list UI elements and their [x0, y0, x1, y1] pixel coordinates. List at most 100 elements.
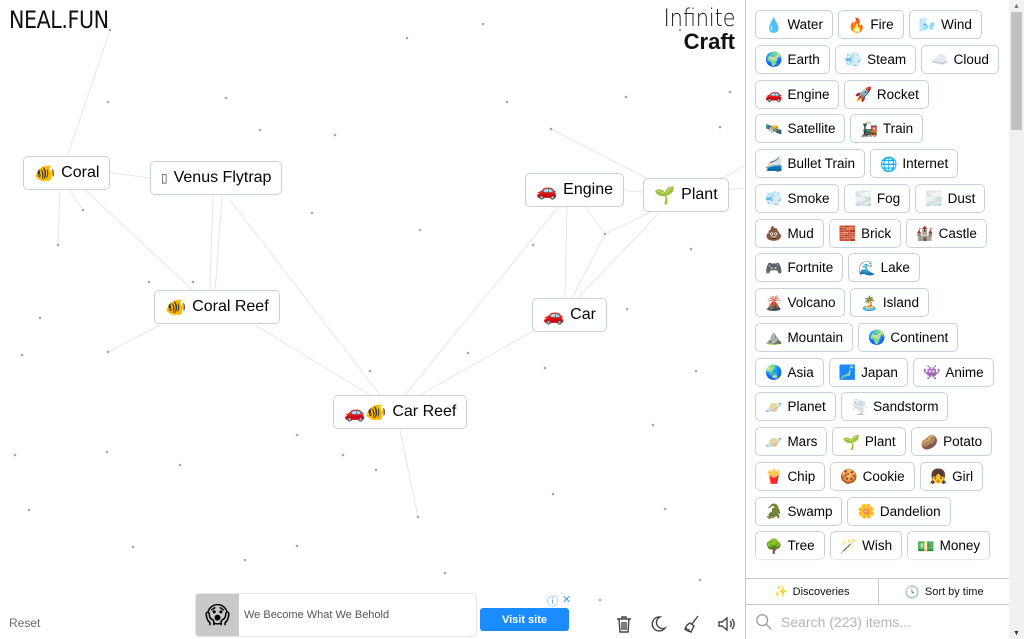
item-label: Lake [880, 260, 910, 276]
element-row: 🍟 Chip 🍪 Cookie 👧 Girl [755, 461, 1010, 491]
sidebar-item-steam[interactable]: 💨 Steam [834, 44, 917, 74]
scrollbar-thumb[interactable] [1011, 12, 1022, 130]
lake-icon: 🌊 [858, 259, 876, 276]
sidebar-item-japan[interactable]: 🗾 Japan [828, 357, 908, 387]
canvas-node-plant[interactable]: 🌱 Plant [643, 178, 729, 212]
sidebar-item-train[interactable]: 🚂 Train [850, 114, 924, 144]
sidebar-item-swamp[interactable]: 🐊 Swamp [755, 496, 843, 526]
trash-icon [617, 616, 631, 633]
fog-icon: 🌫️ [854, 190, 872, 207]
scroll-up-arrow[interactable]: ▲ [1009, 0, 1024, 12]
sidebar-item-sandstorm[interactable]: 🌪️ Sandstorm [840, 392, 949, 422]
connection-line [107, 324, 161, 353]
clear-canvas-button[interactable] [613, 613, 635, 635]
canvas-node-engine[interactable]: 🚗 Engine [525, 173, 624, 207]
sidebar-item-wind[interactable]: 🌬️ Wind [908, 10, 982, 39]
sidebar-item-island[interactable]: 🏝️ Island [850, 288, 929, 317]
canvas-node-venus-flytrap[interactable]: ▯ Venus Flytrap [150, 161, 283, 195]
canvas-node-coral-reef[interactable]: 🐠 Coral Reef [154, 290, 280, 324]
discoveries-button[interactable]: ✨ Discoveries [746, 579, 878, 604]
connection-line [564, 205, 568, 299]
sidebar-item-fortnite[interactable]: 🎮 Fortnite [755, 253, 844, 283]
element-row: ⛰️ Mountain 🌍 Continent [755, 322, 1010, 352]
sidebar-item-engine[interactable]: 🚗 Engine [755, 79, 840, 109]
connection-line [57, 189, 61, 246]
sidebar-item-partial[interactable] [905, 566, 980, 578]
sidebar-item-bullet-train[interactable]: 🚄 Bullet Train [755, 149, 865, 178]
element-list[interactable]: 💧 Water 🔥 Fire 🌬️ Wind 🌍 Earth 💨 Steam ☁️ Cloud 🚗 Eng… [746, 0, 1010, 578]
sidebar-item-mud[interactable]: 💩 Mud [755, 218, 824, 248]
search-input[interactable] [781, 614, 1001, 630]
sidebar-item-internet[interactable]: 🌐 Internet [869, 149, 959, 178]
dandelion-icon: 🌼 [857, 503, 875, 519]
connection-line [69, 189, 84, 211]
sidebar-item-cloud[interactable]: ☁️ Cloud [921, 44, 999, 74]
sidebar-item-earth[interactable]: 🌍 Earth [755, 44, 830, 74]
dark-mode-button[interactable] [647, 613, 669, 635]
crafting-canvas[interactable]: NEAL.FUN Infinite Craft 🐠 Coral ▯ Venus … [0, 0, 745, 639]
sidebar-item-planet[interactable]: 🪐 Planet [755, 392, 836, 422]
item-label: Earth [787, 51, 820, 67]
bullet-train-icon: 🚄 [765, 155, 783, 172]
canvas-node-car[interactable]: 🚗 Car [532, 298, 607, 332]
element-row: 🚗 Engine 🚀 Rocket [755, 79, 1010, 109]
clean-up-button[interactable] [681, 613, 703, 635]
sidebar-item-chip[interactable]: 🍟 Chip [755, 461, 826, 491]
item-label: Continent [890, 329, 949, 345]
sidebar-item-plant[interactable]: 🌱 Plant [832, 427, 906, 456]
island-icon: 🏝️ [860, 294, 878, 311]
item-label: Fog [876, 190, 901, 206]
canvas-node-car-reef[interactable]: 🚗🐠 Car Reef [333, 395, 468, 429]
sidebar-item-asia[interactable]: 🌏 Asia [755, 357, 824, 387]
sidebar-item-money[interactable]: 💵 Money [907, 531, 991, 561]
sidebar-item-smoke[interactable]: 💨 Smoke [755, 183, 840, 213]
ad-card[interactable]: 😱 We Become What We Behold [195, 593, 477, 637]
neal-fun-logo[interactable]: NEAL.FUN [9, 6, 109, 34]
node-label: Car [570, 306, 596, 323]
sort-by-time-button[interactable]: 🕓 Sort by time [877, 579, 1011, 604]
sidebar-item-girl[interactable]: 👧 Girl [919, 461, 984, 491]
item-label: Internet [902, 156, 949, 171]
ad-close-icon[interactable]: ✕ [562, 593, 571, 609]
element-row: 💧 Water 🔥 Fire 🌬️ Wind [755, 10, 1010, 39]
anime-icon: 👾 [922, 364, 941, 380]
sidebar-item-volcano[interactable]: 🌋 Volcano [755, 288, 846, 317]
cookie-icon: 🍪 [840, 468, 858, 485]
sidebar-item-potato[interactable]: 🥔 Potato [910, 427, 993, 456]
scroll-down-arrow[interactable]: ▼ [1009, 627, 1024, 639]
sidebar-item-cookie[interactable]: 🍪 Cookie [830, 461, 915, 491]
sidebar-item-water[interactable]: 💧 Water [755, 10, 833, 39]
sidebar-item-fire[interactable]: 🔥 Fire [837, 10, 904, 39]
ad-visit-site-button[interactable]: Visit site [480, 608, 569, 631]
sidebar-item-dust[interactable]: 🌫️ Dust [915, 183, 986, 213]
sidebar-scrollbar[interactable]: ▲ ▼ [1009, 0, 1024, 639]
canvas-node-coral[interactable]: 🐠 Coral [23, 156, 111, 190]
sidebar-item-partial[interactable] [755, 566, 825, 578]
fire-icon: 🔥 [847, 16, 866, 33]
sidebar-item-tree[interactable]: 🌳 Tree [755, 531, 825, 561]
search-icon [756, 614, 772, 630]
ad-info-icon[interactable]: ⓘ [547, 593, 558, 609]
sidebar-item-satellite[interactable]: 🛰️ Satellite [755, 114, 846, 144]
element-row: 🐊 Swamp 🌼 Dandelion [755, 496, 1010, 526]
sidebar-item-anime[interactable]: 👾 Anime [912, 357, 994, 387]
sidebar-item-lake[interactable]: 🌊 Lake [848, 253, 920, 283]
sidebar-item-mountain[interactable]: ⛰️ Mountain [755, 322, 853, 352]
sidebar-item-fog[interactable]: 🌫️ Fog [844, 183, 911, 213]
sound-toggle-button[interactable] [715, 613, 737, 635]
sidebar-item-dandelion[interactable]: 🌼 Dandelion [847, 496, 951, 526]
sidebar-item-castle[interactable]: 🏰 Castle [906, 218, 987, 248]
sort-label: Sort by time [924, 585, 984, 598]
reset-button[interactable]: Reset [9, 616, 40, 630]
item-label: Steam [867, 51, 907, 67]
sidebar-item-rocket[interactable]: 🚀 Rocket [844, 79, 929, 109]
item-label: Wind [941, 17, 972, 32]
sidebar-item-partial[interactable] [830, 566, 900, 578]
castle-icon: 🏰 [916, 225, 934, 241]
mars-icon: 🪐 [765, 433, 783, 450]
sidebar-item-continent[interactable]: 🌍 Continent [857, 322, 959, 352]
sidebar-item-mars[interactable]: 🪐 Mars [755, 427, 828, 456]
item-label: Dust [947, 190, 976, 206]
sidebar-item-brick[interactable]: 🧱 Brick [828, 218, 902, 248]
sidebar-item-wish[interactable]: 🪄 Wish [829, 531, 903, 561]
